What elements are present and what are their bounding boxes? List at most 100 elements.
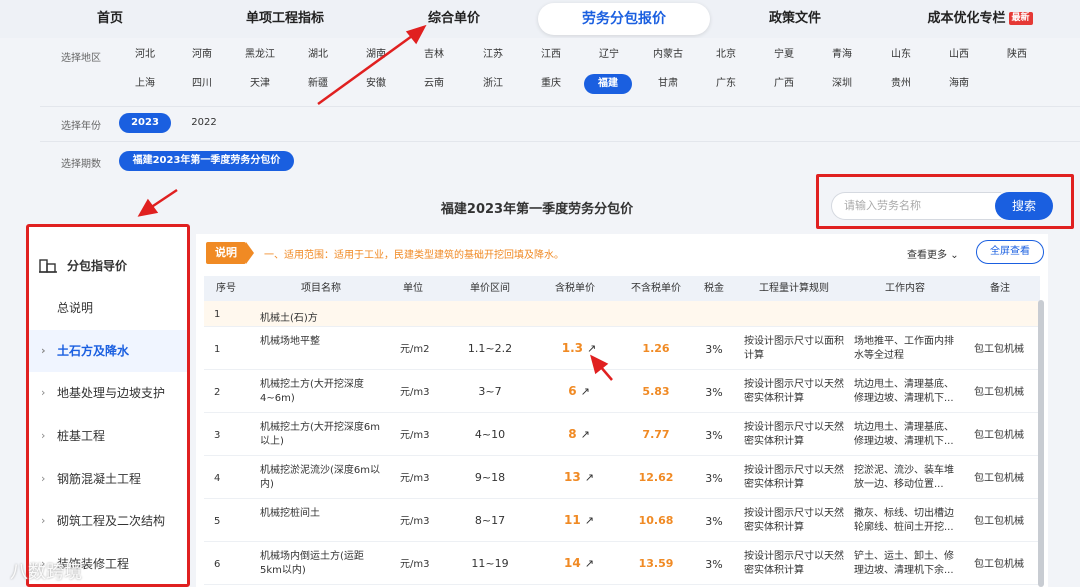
- region-option[interactable]: 江苏: [468, 45, 518, 65]
- region-option[interactable]: 浙江: [468, 74, 518, 94]
- table-row: 6 机械场内倒运土方(运距5km以内) 元/m3 11~19 13.59 3% 按设计图示尺…: [204, 542, 1040, 585]
- trend-icon[interactable]: ↗: [581, 428, 590, 441]
- region-option[interactable]: 山西: [934, 45, 984, 65]
- region-option[interactable]: 海南: [934, 74, 984, 94]
- row-range: 4~10: [474, 428, 506, 441]
- nav-composite-price[interactable]: 综合单价: [414, 0, 494, 38]
- row-note: 包工包机械: [974, 344, 1024, 355]
- arrow-line: [149, 188, 178, 210]
- trend-icon[interactable]: ↗: [585, 557, 594, 570]
- region-option[interactable]: 贵州: [876, 74, 926, 94]
- year-2023[interactable]: 2023: [119, 113, 171, 133]
- region-option[interactable]: 山东: [876, 45, 926, 65]
- region-option[interactable]: 湖北: [293, 45, 343, 65]
- region-option[interactable]: 深圳: [817, 74, 867, 94]
- trend-icon[interactable]: ↗: [585, 471, 594, 484]
- sidebar-item-label: 土石方及降水: [57, 344, 130, 358]
- chevron-down-icon: ⌄: [950, 250, 959, 261]
- row-unit: 元/m3: [400, 473, 430, 484]
- chevron-right-icon: ›: [41, 429, 46, 442]
- new-badge: 最新: [1008, 12, 1033, 25]
- sidebar-item-masonry[interactable]: › 砌筑工程及二次结构: [29, 500, 187, 542]
- row-name: 机械场内倒运土方(运距5km以内): [260, 551, 364, 576]
- region-option[interactable]: 安徽: [351, 74, 401, 94]
- sidebar-item-pile[interactable]: › 桩基工程: [29, 415, 187, 457]
- row-tax-price-cell[interactable]: 11 ↗: [549, 513, 609, 527]
- row-note: 包工包机械: [974, 559, 1024, 570]
- chevron-right-icon: ›: [41, 386, 46, 399]
- row-tax-price: 13: [564, 470, 581, 484]
- nav-cost-optimization[interactable]: 成本优化专栏 最新: [925, 0, 1035, 38]
- row-tax-price-cell[interactable]: 13 ↗: [549, 470, 609, 484]
- table-row: 5 机械挖桩间土 元/m3 8~17 10.68 3% 按设计图示尺寸以天然密实体积计算 撒灰…: [204, 499, 1040, 542]
- col-range: 单价区间: [470, 283, 510, 294]
- price-table-panel: 说明 一、适用范围：适用于工业，民建类型建筑的基础开挖回填及降水。 查看更多 ⌄…: [196, 234, 1048, 587]
- row-note: 包工包机械: [974, 516, 1024, 527]
- sidebar-item-overview[interactable]: 总说明: [29, 287, 187, 329]
- nav-project-index[interactable]: 单项工程指标: [230, 0, 340, 38]
- region-option[interactable]: 河北: [120, 45, 170, 65]
- sidebar-item-label: 砌筑工程及二次结构: [57, 514, 166, 528]
- row-tax-price-cell[interactable]: 14 ↗: [549, 556, 609, 570]
- region-option[interactable]: 重庆: [526, 74, 576, 94]
- fullscreen-button[interactable]: 全屏查看: [976, 240, 1044, 264]
- period-selected[interactable]: 福建2023年第一季度劳务分包价: [119, 151, 294, 171]
- region-option[interactable]: 陕西: [992, 45, 1042, 65]
- page-title: 福建2023年第一季度劳务分包价: [440, 202, 634, 217]
- row-tax-price-cell[interactable]: 8 ↗: [549, 427, 609, 441]
- trend-icon[interactable]: ↗: [581, 385, 590, 398]
- region-option[interactable]: 河南: [177, 45, 227, 65]
- sidebar-item-concrete[interactable]: › 钢筋混凝土工程: [29, 458, 187, 500]
- region-option[interactable]: 内蒙古: [643, 45, 693, 65]
- trend-icon[interactable]: ↗: [585, 514, 594, 527]
- row-price: 13.59: [638, 557, 674, 570]
- nav-labor-subcontract[interactable]: 劳务分包报价: [538, 3, 710, 35]
- row-no: 3: [214, 430, 221, 441]
- region-option[interactable]: 云南: [409, 74, 459, 94]
- region-option[interactable]: 江西: [526, 45, 576, 65]
- region-option[interactable]: 福建: [584, 74, 632, 94]
- region-option[interactable]: 广西: [759, 74, 809, 94]
- nav-policy[interactable]: 政策文件: [760, 0, 830, 38]
- row-no: 2: [214, 387, 221, 398]
- row-tax: 3%: [705, 472, 723, 485]
- row-tax-price-cell[interactable]: 6 ↗: [549, 384, 609, 398]
- col-name: 项目名称: [301, 283, 341, 294]
- row-name: 机械场地平整: [260, 336, 320, 347]
- region-option[interactable]: 黑龙江: [235, 45, 285, 65]
- view-more-label: 查看更多: [907, 250, 947, 261]
- year-2022[interactable]: 2022: [180, 113, 228, 133]
- row-rule: 按设计图示尺寸以天然密实体积计算: [744, 508, 844, 533]
- search-input[interactable]: 请输入劳务名称: [831, 192, 1001, 220]
- region-option[interactable]: 湖南: [351, 45, 401, 65]
- region-option[interactable]: 新疆: [293, 74, 343, 94]
- col-work: 工作内容: [885, 283, 925, 294]
- trend-icon[interactable]: ↗: [587, 342, 596, 355]
- region-option[interactable]: 甘肃: [643, 74, 693, 94]
- row-tax: 3%: [705, 558, 723, 571]
- region-option[interactable]: 辽宁: [584, 45, 634, 65]
- scrollbar[interactable]: [1038, 300, 1044, 587]
- col-unit: 单位: [403, 283, 423, 294]
- divider: [40, 106, 1080, 107]
- row-name: 机械挖桩间土: [260, 508, 320, 519]
- region-option[interactable]: 吉林: [409, 45, 459, 65]
- view-more-link[interactable]: 查看更多 ⌄: [907, 246, 959, 261]
- region-option[interactable]: 四川: [177, 74, 227, 94]
- row-work: 挖淤泥、流沙、装车堆放一边、移动位置...: [854, 465, 954, 490]
- region-option[interactable]: 青海: [817, 45, 867, 65]
- row-name: 机械挖土方(大开挖深度4~6m): [260, 379, 364, 404]
- row-tax-price-cell[interactable]: 1.3 ↗: [549, 341, 609, 355]
- sidebar-item-foundation[interactable]: › 地基处理与边坡支护: [29, 372, 187, 414]
- region-option[interactable]: 上海: [120, 74, 170, 94]
- region-option[interactable]: 广东: [701, 74, 751, 94]
- region-option[interactable]: 北京: [701, 45, 751, 65]
- chevron-right-icon: ›: [41, 344, 46, 357]
- sidebar-item-earthwork[interactable]: › 土石方及降水: [29, 330, 187, 372]
- region-option[interactable]: 天津: [235, 74, 285, 94]
- region-option[interactable]: 宁夏: [759, 45, 809, 65]
- row-work: 坑边甩土、清理基底、修理边坡、清理机下...: [854, 379, 954, 404]
- search-button[interactable]: 搜索: [995, 192, 1053, 220]
- nav-home[interactable]: 首页: [80, 0, 140, 38]
- search-box: 请输入劳务名称 搜索: [816, 174, 1074, 229]
